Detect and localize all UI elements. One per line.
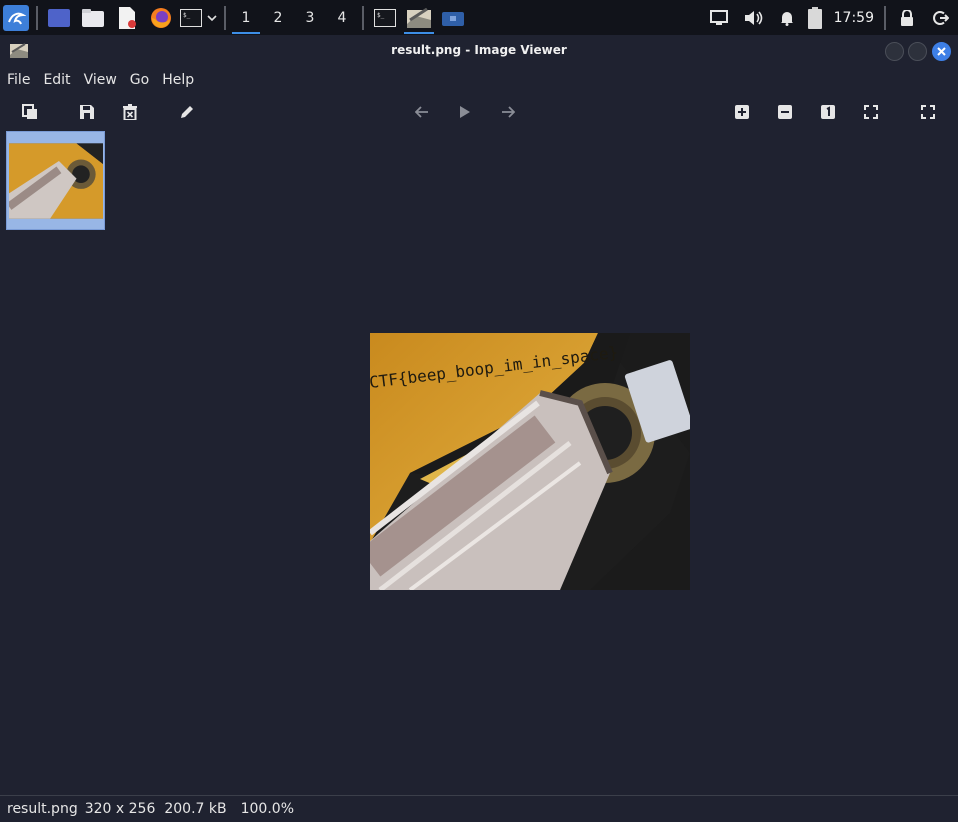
top-panel: $_ 1 2 3 4 $_ 17:59 <box>0 0 958 35</box>
battery-indicator[interactable] <box>802 0 828 35</box>
menu-edit[interactable]: Edit <box>36 72 76 88</box>
toolbar <box>0 94 958 130</box>
panel-separator <box>362 5 364 30</box>
minimize-button[interactable] <box>885 42 904 61</box>
image-viewer-icon <box>407 7 431 28</box>
zoom-actual-size-icon <box>821 105 835 119</box>
logout-button[interactable] <box>924 0 958 35</box>
panel-clock[interactable]: 17:59 <box>834 10 874 26</box>
volume-icon <box>744 10 762 25</box>
kali-dragon-icon <box>3 4 29 31</box>
arrow-right-icon <box>502 106 515 118</box>
menu-go[interactable]: Go <box>123 72 155 88</box>
zoom-in-button[interactable] <box>732 102 752 122</box>
menu-file[interactable]: File <box>0 72 36 88</box>
folder-icon <box>82 8 104 27</box>
next-image-button[interactable] <box>498 102 518 122</box>
menu-bar: File Edit View Go Help <box>0 66 958 94</box>
status-filesize: 200.7 kB <box>164 801 227 817</box>
displayed-image: CTF{beep_boop_im_in_space} <box>370 333 690 590</box>
workspace-2[interactable]: 2 <box>262 0 294 35</box>
show-desktop-button[interactable] <box>42 0 76 35</box>
workspace-3[interactable]: 3 <box>294 0 326 35</box>
battery-icon <box>807 6 822 29</box>
delete-button[interactable] <box>120 102 140 122</box>
firefox-icon <box>151 7 171 28</box>
panel-separator <box>36 5 38 30</box>
slideshow-button[interactable] <box>455 102 475 122</box>
fullscreen-button[interactable] <box>918 102 938 122</box>
play-icon <box>460 106 470 118</box>
display-settings-button[interactable] <box>702 0 736 35</box>
desktop-icon <box>48 8 70 27</box>
copy-file-icon <box>22 104 37 119</box>
volume-button[interactable] <box>736 0 772 35</box>
display-icon <box>709 9 728 25</box>
terminal-icon: $_ <box>374 8 396 27</box>
status-filename: result.png <box>7 801 78 817</box>
pencil-icon <box>181 106 193 118</box>
zoom-out-button[interactable] <box>775 102 795 122</box>
lock-icon <box>901 9 913 26</box>
taskbar-terminal[interactable]: $_ <box>368 0 402 35</box>
zoom-out-icon <box>778 105 792 119</box>
taskbar-image-viewer[interactable] <box>402 0 436 35</box>
terminal-icon: $_ <box>180 8 202 27</box>
zoom-fit-icon <box>864 105 878 119</box>
thumbnail-image <box>9 143 103 219</box>
svg-text:$_: $_ <box>183 12 191 19</box>
system-tray: 17:59 <box>702 0 958 35</box>
fullscreen-icon <box>921 105 935 119</box>
zoom-100-button[interactable] <box>818 102 838 122</box>
menu-help[interactable]: Help <box>155 72 200 88</box>
previous-image-button[interactable] <box>412 102 432 122</box>
logout-icon <box>933 10 949 25</box>
zoom-in-icon <box>735 105 749 119</box>
terminal-dropdown-button[interactable] <box>204 0 220 35</box>
panel-separator <box>224 5 226 30</box>
terminal-launcher[interactable]: $_ <box>178 0 204 35</box>
close-icon <box>937 47 946 56</box>
text-editor-icon <box>119 6 136 29</box>
maximize-button[interactable] <box>908 42 927 61</box>
open-button[interactable] <box>20 102 40 122</box>
folder-icon <box>442 11 464 26</box>
panel-separator <box>884 5 886 30</box>
window-titlebar[interactable]: result.png - Image Viewer <box>0 35 958 66</box>
lock-screen-button[interactable] <box>890 0 924 35</box>
notifications-button[interactable] <box>772 0 802 35</box>
chevron-down-icon <box>207 14 217 21</box>
zoom-fit-button[interactable] <box>861 102 881 122</box>
svg-text:$_: $_ <box>377 12 385 19</box>
workspace-4[interactable]: 4 <box>326 0 358 35</box>
edit-button[interactable] <box>177 102 197 122</box>
status-bar: result.png 320 x 256 200.7 kB 100.0% <box>0 795 958 822</box>
text-editor-launcher[interactable] <box>110 0 144 35</box>
bell-icon <box>780 11 793 26</box>
firefox-launcher[interactable] <box>144 0 178 35</box>
thumbnail-selected[interactable] <box>6 131 105 230</box>
window-title: result.png - Image Viewer <box>391 43 567 57</box>
status-dimensions: 320 x 256 <box>84 801 156 817</box>
save-icon <box>80 105 94 119</box>
close-button[interactable] <box>932 42 951 61</box>
workspace-1[interactable]: 1 <box>230 0 262 35</box>
menu-view[interactable]: View <box>77 72 123 88</box>
arrow-left-icon <box>415 106 428 118</box>
taskbar-file-manager[interactable] <box>436 0 470 35</box>
image-canvas[interactable]: CTF{beep_boop_im_in_space} <box>370 333 690 590</box>
file-manager-launcher[interactable] <box>76 0 110 35</box>
trash-icon <box>123 104 137 120</box>
app-menu-button[interactable] <box>0 0 32 35</box>
save-as-button[interactable] <box>77 102 97 122</box>
status-zoom: 100.0% <box>240 801 294 817</box>
